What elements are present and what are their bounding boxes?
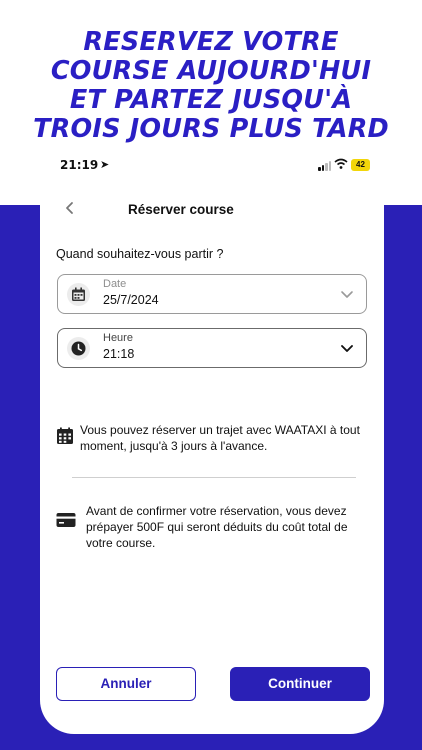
booking-note: Vous pouvez réserver un trajet avec WAAT…: [80, 423, 360, 453]
date-label: Date: [103, 278, 127, 290]
credit-card-icon: [56, 512, 76, 530]
departure-question: Quand souhaitez-vous partir ?: [56, 247, 224, 261]
phone-screen: 21:19 ➤ 42 Réserver course Quand souhait…: [40, 150, 384, 734]
signal-icon: [318, 161, 332, 171]
headline-line: COURSE AUJOURD'HUI: [50, 56, 372, 86]
promo-headline: RESERVEZ VOTRE COURSE AUJOURD'HUI ET PAR…: [0, 28, 422, 144]
date-value: 25/7/2024: [103, 293, 159, 307]
continue-button[interactable]: Continuer: [230, 667, 370, 701]
status-bar: 21:19 ➤ 42: [40, 156, 384, 176]
prepay-note: Avant de confirmer votre réservation, vo…: [86, 504, 348, 550]
chevron-down-icon: [341, 291, 353, 298]
time-label: Heure: [103, 332, 133, 344]
calendar-icon: [67, 283, 90, 306]
battery-icon: 42: [351, 159, 370, 171]
wifi-icon: [334, 158, 348, 173]
divider: [72, 477, 356, 478]
location-arrow-icon: ➤: [100, 159, 110, 171]
chevron-down-icon: [341, 345, 353, 352]
back-button[interactable]: [60, 196, 80, 220]
headline-line: ET PARTEZ JUSQU'À: [69, 85, 353, 115]
nav-bar: Réserver course: [40, 194, 384, 224]
headline-line: RESERVEZ VOTRE: [83, 27, 339, 57]
time-value: 21:18: [103, 347, 135, 361]
clock-icon: [67, 337, 90, 360]
calendar-grid-icon: [56, 427, 74, 445]
cancel-button[interactable]: Annuler: [56, 667, 196, 701]
chevron-left-icon: [66, 202, 73, 214]
page-title: Réserver course: [128, 202, 234, 217]
time-picker-field[interactable]: Heure 21:18: [57, 328, 367, 368]
headline-line: TROIS JOURS PLUS TARD: [33, 114, 389, 144]
status-time: 21:19: [60, 158, 99, 172]
date-picker-field[interactable]: Date 25/7/2024: [57, 274, 367, 314]
